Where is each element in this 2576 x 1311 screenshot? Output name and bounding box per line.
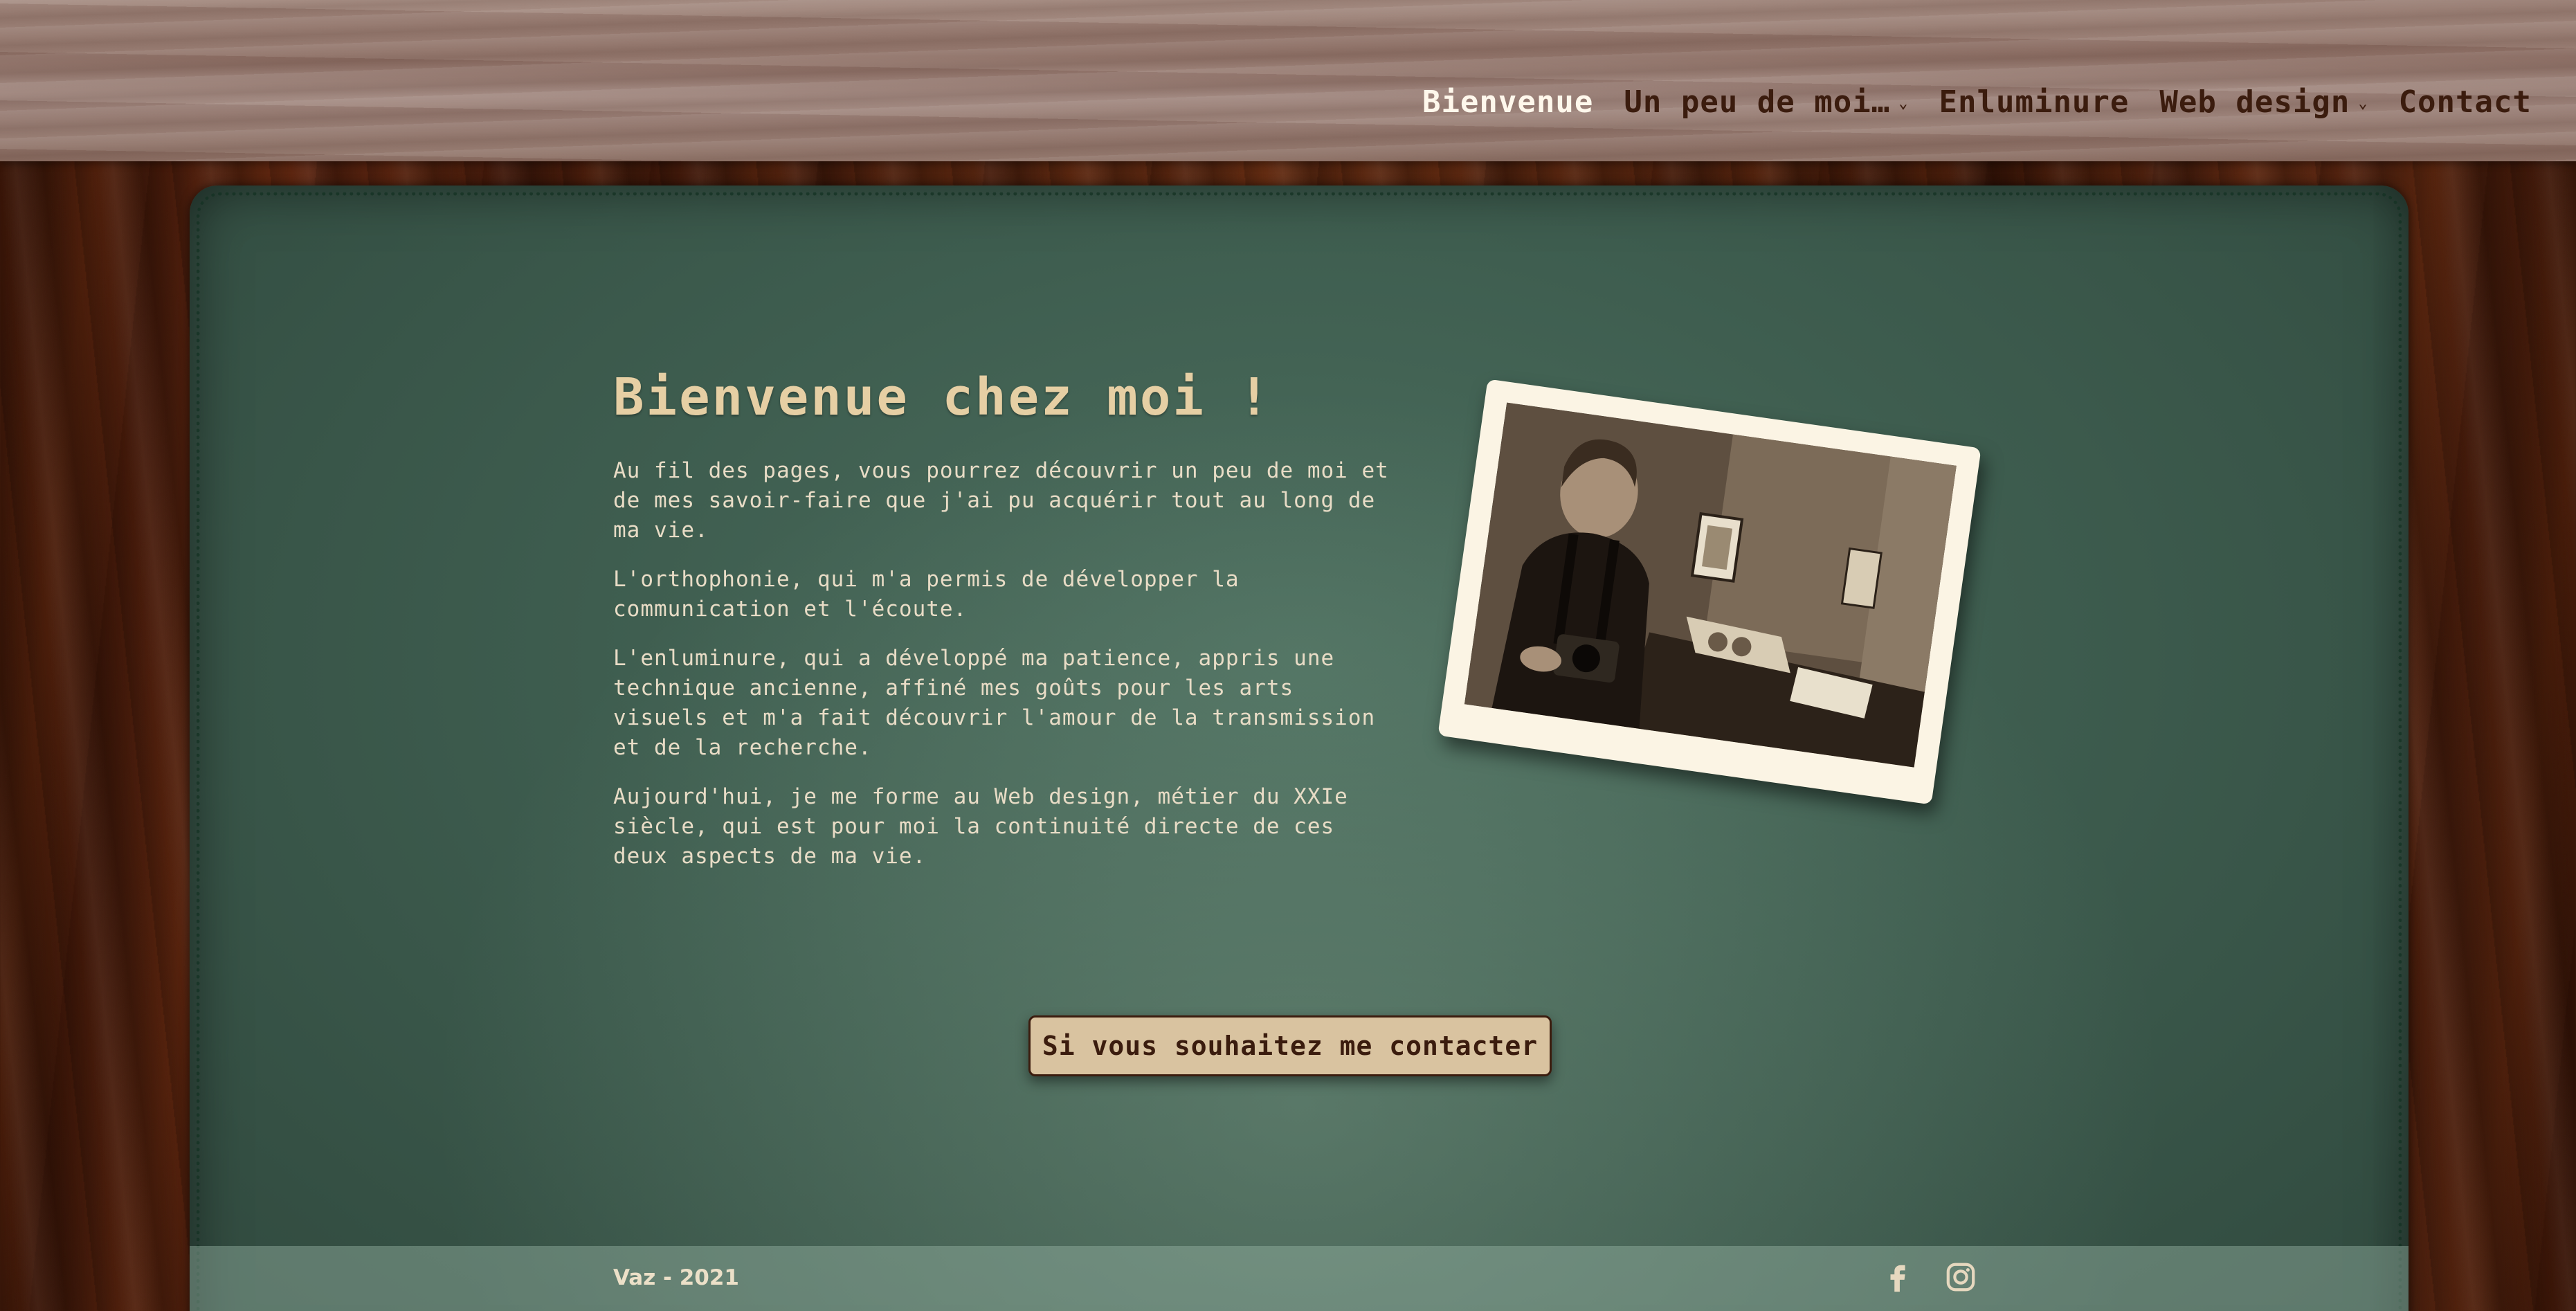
contact-cta-button[interactable]: Si vous souhaitez me contacter	[1028, 1015, 1552, 1076]
nav-item-enluminure[interactable]: Enluminure	[1939, 84, 2130, 120]
instagram-icon[interactable]	[1945, 1261, 1977, 1293]
nav-item-label: Un peu de moi…	[1624, 84, 1891, 120]
page-title: Bienvenue chez moi !	[613, 368, 1272, 427]
social-links	[1883, 1261, 1977, 1293]
facebook-icon[interactable]	[1883, 1261, 1914, 1293]
nav-item-label: Bienvenue	[1422, 84, 1594, 120]
site-footer: Vaz - 2021	[190, 1246, 2409, 1311]
chevron-down-icon: ⌄	[1898, 95, 1909, 112]
profile-photo-frame	[1437, 379, 1981, 805]
orthophonie-paragraph: L'orthophonie, qui m'a permis de dévelop…	[613, 566, 1240, 622]
enluminure-paragraph: L'enluminure, qui a développé ma patienc…	[613, 645, 1376, 760]
nav-item-contact[interactable]: Contact	[2399, 84, 2532, 120]
nav-item-label: Enluminure	[1939, 84, 2130, 120]
nav-item-label: Web design	[2159, 84, 2350, 120]
intro-paragraph: Au fil des pages, vous pourrez découvrir…	[613, 458, 1389, 543]
footer-copyright: Vaz - 2021	[613, 1265, 739, 1290]
webdesign-paragraph: Aujourd'hui, je me forme au Web design, …	[613, 784, 1348, 869]
nav-item-web-design[interactable]: Web design ⌄	[2159, 84, 2368, 120]
site-header: Bienvenue Un peu de moi… ⌄ Enluminure We…	[0, 0, 2576, 161]
welcome-section: Bienvenue chez moi ! Au fil des pages, v…	[613, 367, 1402, 891]
chevron-down-icon: ⌄	[2358, 95, 2368, 112]
nav-item-un-peu-de-moi[interactable]: Un peu de moi… ⌄	[1624, 84, 1908, 120]
nav-item-label: Contact	[2398, 84, 2532, 120]
nav-item-bienvenue[interactable]: Bienvenue	[1422, 84, 1593, 120]
main-nav: Bienvenue Un peu de moi… ⌄ Enluminure We…	[1422, 84, 2532, 120]
profile-photo	[1464, 402, 1957, 768]
